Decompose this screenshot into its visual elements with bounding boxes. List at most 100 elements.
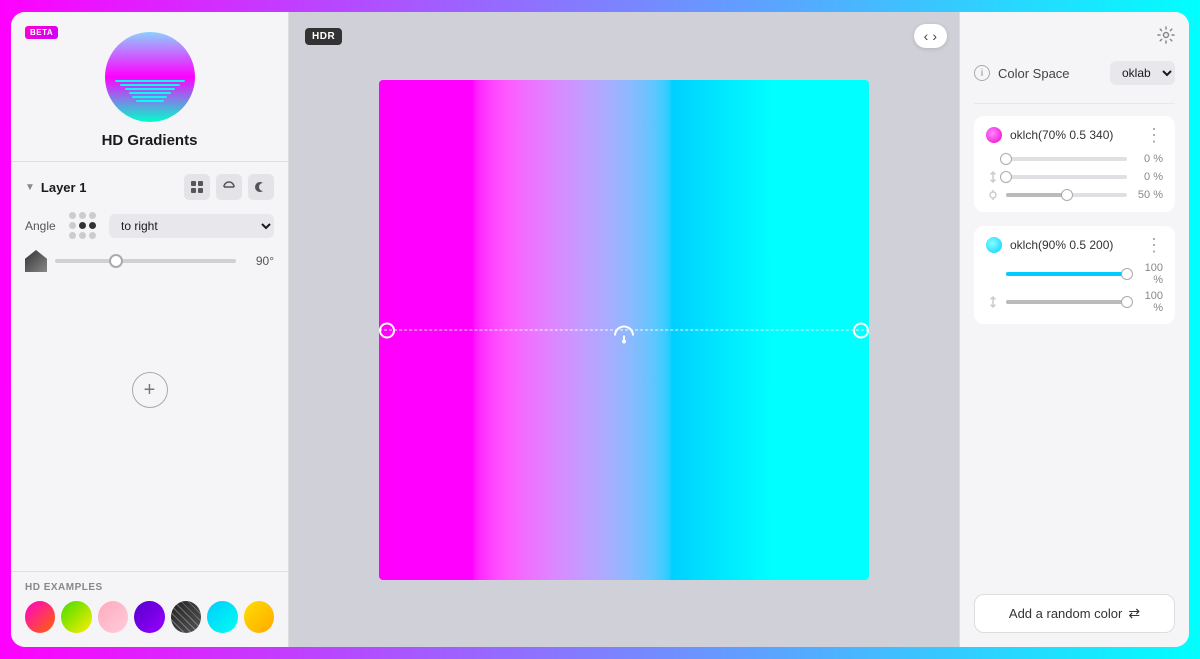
angle-slider[interactable]	[55, 259, 236, 263]
sidebar: HD Gradients ▼ Layer 1	[11, 12, 289, 647]
color-space-select[interactable]: oklab oklch srgb	[1110, 61, 1175, 85]
add-random-label: Add a random color	[1009, 606, 1122, 621]
slider-thumb-1c[interactable]	[1061, 189, 1073, 201]
mini-slider-2a[interactable]	[1006, 272, 1127, 276]
divider	[974, 103, 1175, 104]
dot-active[interactable]	[89, 222, 96, 229]
app-title: HD Gradients	[102, 132, 198, 149]
color-stop-item-2: oklch(90% 0.5 200) ⋮ 100 %	[974, 226, 1175, 324]
logo-line	[129, 92, 171, 94]
mini-slider-2b[interactable]	[1006, 300, 1127, 304]
layer-collapse-icon[interactable]: ▼	[25, 182, 35, 193]
angle-value: 90°	[244, 254, 274, 268]
hdr-badge: HDR	[305, 28, 342, 45]
color-stop-header-1: oklch(70% 0.5 340) ⋮	[986, 126, 1163, 144]
angle-icon	[25, 250, 47, 272]
mini-slider-1c[interactable]	[1006, 193, 1127, 197]
color-stop-item-1: oklch(70% 0.5 340) ⋮ 0 %	[974, 116, 1175, 212]
link-icon-1a	[986, 152, 1000, 166]
link-icon-1b	[986, 170, 1000, 184]
nav-arrows: ‹ ›	[914, 24, 947, 48]
color-space-label: Color Space	[998, 66, 1102, 81]
swatch-pink-orange[interactable]	[25, 601, 55, 633]
angle-row: Angle to right to left to top to b	[25, 212, 274, 240]
layer-section: ▼ Layer 1	[11, 162, 288, 571]
beta-badge: BETA	[25, 26, 58, 39]
gradient-control-line	[379, 329, 869, 330]
slider-thumb-2a[interactable]	[1121, 268, 1133, 280]
add-layer-button[interactable]: +	[132, 372, 168, 408]
logo-line	[120, 84, 180, 86]
logo-line	[125, 88, 175, 90]
midpoint-dot	[622, 339, 626, 343]
swatch-yellow[interactable]	[244, 601, 274, 633]
swatch-green-yellow[interactable]	[61, 601, 91, 633]
logo-line	[115, 80, 185, 82]
slider-value-2a: 100 %	[1133, 262, 1163, 286]
swatch-cyan[interactable]	[207, 601, 237, 633]
link-icon-2b	[986, 295, 1000, 309]
slider-thumb-2b[interactable]	[1121, 296, 1133, 308]
mini-slider-1a[interactable]	[1006, 157, 1127, 161]
link-icon-1c	[986, 188, 1000, 202]
add-random-color-button[interactable]: Add a random color ⇄	[974, 594, 1175, 633]
logo-line	[136, 100, 164, 102]
settings-button[interactable]	[1157, 26, 1175, 49]
layer-icons	[184, 174, 274, 200]
swatch-dark[interactable]	[171, 601, 201, 633]
color-stop-sliders-1: 0 % 0 %	[986, 152, 1163, 202]
grid-view-button[interactable]	[184, 174, 210, 200]
angle-direction-select[interactable]: to right to left to top to bottom	[109, 214, 274, 238]
slider-thumb-1a[interactable]	[1000, 153, 1012, 165]
example-swatches	[25, 601, 274, 633]
logo-lines	[105, 80, 195, 102]
link-icon-2a	[986, 267, 1000, 281]
moon-button[interactable]	[248, 174, 274, 200]
midpoint-handle[interactable]	[614, 325, 634, 335]
slider-value-1b: 0 %	[1133, 171, 1163, 183]
color-space-row: i Color Space oklab oklch srgb	[974, 61, 1175, 85]
swatch-light-pink[interactable]	[98, 601, 128, 633]
layer-header: ▼ Layer 1	[25, 174, 274, 200]
dot[interactable]	[79, 212, 86, 219]
slider-value-1a: 0 %	[1133, 153, 1163, 165]
color-stop-dot-1[interactable]	[986, 127, 1002, 143]
mini-slider-1b[interactable]	[1006, 175, 1127, 179]
midpoint-arc	[614, 325, 634, 335]
slider-row-1c: 50 %	[986, 188, 1163, 202]
nav-right-button[interactable]: ›	[932, 28, 937, 44]
color-stop-more-button-2[interactable]: ⋮	[1145, 236, 1163, 254]
settings-row	[974, 26, 1175, 49]
half-circle-button[interactable]	[216, 174, 242, 200]
dot[interactable]	[69, 232, 76, 239]
color-stop-more-button-1[interactable]: ⋮	[1145, 126, 1163, 144]
dot[interactable]	[69, 212, 76, 219]
dot-center[interactable]	[79, 222, 86, 229]
slider-row-2b: 100 %	[986, 290, 1163, 314]
swatch-purple[interactable]	[134, 601, 164, 633]
app-logo	[105, 32, 195, 122]
slider-value-1c: 50 %	[1133, 189, 1163, 201]
right-color-stop[interactable]	[853, 322, 869, 338]
dot[interactable]	[89, 212, 96, 219]
right-panel: i Color Space oklab oklch srgb oklch(70%…	[959, 12, 1189, 647]
slider-thumb-1b[interactable]	[1000, 171, 1012, 183]
dot[interactable]	[69, 222, 76, 229]
gradient-preview[interactable]	[379, 80, 869, 580]
layer-title-row: ▼ Layer 1	[25, 180, 86, 195]
angle-slider-thumb[interactable]	[109, 254, 123, 268]
info-icon[interactable]: i	[974, 65, 990, 81]
color-stop-value-2: oklch(90% 0.5 200)	[1010, 238, 1137, 252]
color-stop-dot-2[interactable]	[986, 237, 1002, 253]
hd-examples-label: HD EXAMPLES	[25, 582, 274, 593]
slider-row-1a: 0 %	[986, 152, 1163, 166]
dot[interactable]	[89, 232, 96, 239]
logo-line	[132, 96, 167, 98]
dot[interactable]	[79, 232, 86, 239]
slider-row-2a: 100 %	[986, 262, 1163, 286]
nav-left-button[interactable]: ‹	[924, 28, 929, 44]
left-color-stop[interactable]	[379, 322, 395, 338]
direction-dots[interactable]	[69, 212, 97, 240]
color-stop-sliders-2: 100 % 100 %	[986, 262, 1163, 314]
color-stop-header-2: oklch(90% 0.5 200) ⋮	[986, 236, 1163, 254]
